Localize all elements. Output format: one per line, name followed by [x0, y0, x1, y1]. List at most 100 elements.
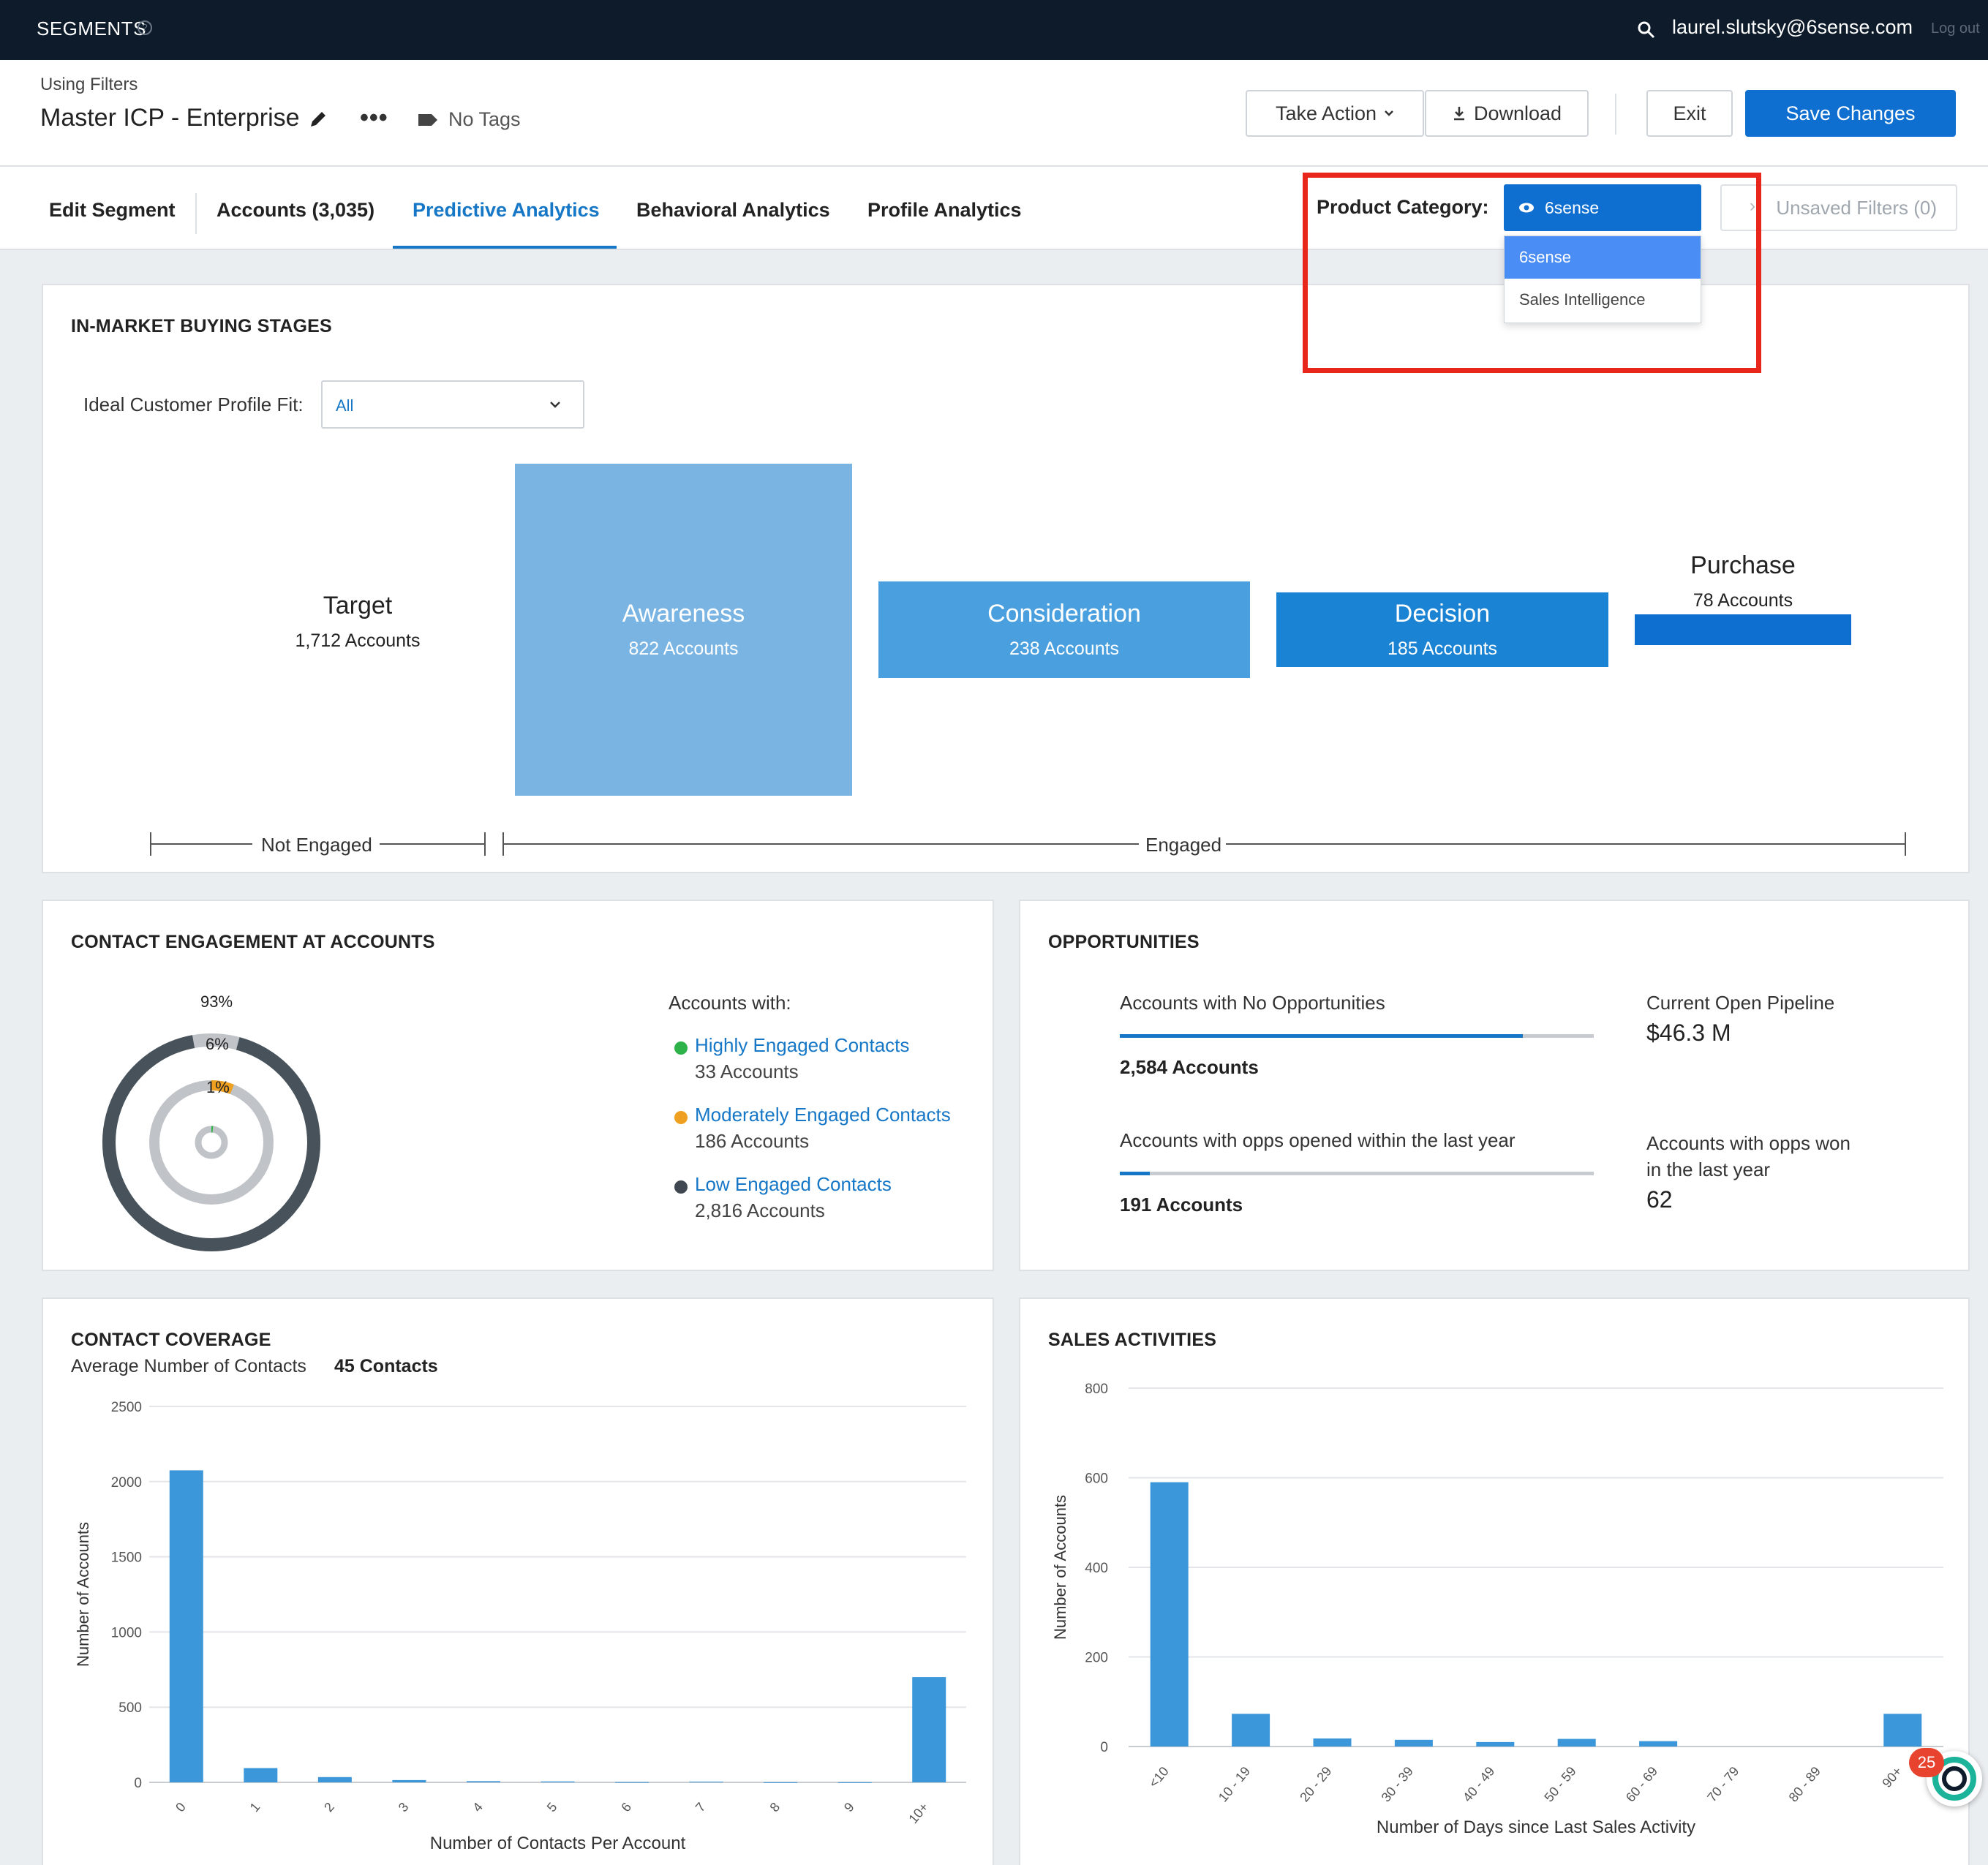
engagement-rings-chart — [102, 1033, 320, 1251]
segment-header: Using Filters Master ICP - Enterprise ••… — [0, 60, 1988, 167]
download-label: Download — [1473, 102, 1562, 124]
tab-edit-segment[interactable]: Edit Segment — [49, 199, 176, 222]
active-tab-indicator — [393, 246, 617, 249]
unsaved-filters-button[interactable]: › Unsaved Filters (0) — [1720, 184, 1957, 231]
chart-bar — [1150, 1482, 1189, 1747]
chart-bar — [392, 1779, 426, 1782]
x-tick-label: 10 - 19 — [1216, 1764, 1253, 1805]
not-engaged-label: Not Engaged — [261, 834, 372, 856]
opened-progress-fill — [1120, 1172, 1150, 1175]
tab-profile-analytics[interactable]: Profile Analytics — [867, 199, 1022, 222]
stage-name: Awareness — [622, 600, 745, 628]
chart-bar — [466, 1781, 500, 1782]
x-tick-label: 30 - 39 — [1379, 1764, 1416, 1805]
bracket-tick — [484, 832, 486, 856]
bracket-line — [1226, 843, 1906, 845]
moderately-engaged-count: 186 Accounts — [695, 1130, 810, 1152]
stage-name: Consideration — [987, 600, 1141, 628]
x-tick-label: 4 — [470, 1800, 486, 1815]
dropdown-option-6sense[interactable]: 6sense — [1505, 236, 1701, 279]
stage-consideration[interactable]: Consideration 238 Accounts — [878, 581, 1250, 678]
chart-bar — [1557, 1738, 1596, 1747]
x-tick-label: 5 — [544, 1800, 560, 1815]
card-title: CONTACT ENGAGEMENT AT ACCOUNTS — [71, 932, 435, 952]
tab-behavioral-analytics[interactable]: Behavioral Analytics — [636, 199, 830, 222]
legend-dot-dark — [674, 1180, 688, 1194]
exit-label: Exit — [1673, 102, 1706, 124]
chart-bar — [912, 1677, 946, 1782]
exit-button[interactable]: Exit — [1646, 90, 1733, 137]
tags-label[interactable]: No Tags — [448, 108, 521, 131]
x-tick-label: 40 - 49 — [1460, 1764, 1497, 1805]
user-email[interactable]: laurel.slutsky@6sense.com — [1672, 16, 1913, 39]
card-title: OPPORTUNITIES — [1048, 932, 1200, 952]
segment-name: Master ICP - Enterprise — [40, 104, 300, 132]
x-tick-label: 7 — [693, 1800, 709, 1815]
moderately-engaged-link[interactable]: Moderately Engaged Contacts — [695, 1104, 951, 1126]
stage-awareness[interactable]: Awareness 822 Accounts — [515, 464, 852, 796]
icp-fit-label: Ideal Customer Profile Fit: — [83, 393, 304, 415]
bracket-line — [150, 843, 252, 845]
ring-label-outer: 93% — [200, 992, 233, 1011]
x-tick-label: 90+ — [1879, 1764, 1905, 1790]
x-tick-label: 0 — [173, 1800, 189, 1815]
y-tick-label: 1500 — [111, 1551, 142, 1566]
tab-accounts[interactable]: Accounts (3,035) — [217, 199, 374, 222]
opened-label: Accounts with opps opened within the las… — [1120, 1129, 1516, 1151]
low-engaged-link[interactable]: Low Engaged Contacts — [695, 1173, 892, 1196]
x-tick-label: 20 - 29 — [1297, 1764, 1334, 1805]
opportunities-card: OPPORTUNITIES Accounts with No Opportuni… — [1019, 900, 1970, 1271]
y-tick-label: 400 — [1085, 1561, 1108, 1576]
stage-purchase-label: Purchase 78 Accounts — [1635, 549, 1851, 614]
icp-fit-value: All — [336, 396, 354, 415]
y-tick-label: 2000 — [111, 1475, 142, 1491]
chart-bar — [317, 1777, 352, 1782]
x-tick-label: 2 — [321, 1800, 337, 1815]
y-axis-label: Number of Accounts — [1051, 1495, 1069, 1640]
download-button[interactable]: Download — [1425, 90, 1589, 137]
x-tick-label: 10+ — [905, 1800, 931, 1826]
y-tick-label: 0 — [1100, 1740, 1108, 1755]
won-label-line1: Accounts with opps won — [1646, 1132, 1850, 1154]
no-opps-progress-fill — [1120, 1034, 1523, 1038]
stage-decision[interactable]: Decision 185 Accounts — [1276, 592, 1608, 667]
notification-badge: 25 — [1909, 1748, 1944, 1777]
x-tick-label: 1 — [247, 1800, 263, 1815]
chevron-down-icon — [550, 402, 560, 408]
won-label-line2: in the last year — [1646, 1158, 1771, 1180]
chart-bar — [169, 1470, 203, 1782]
buying-stages-card: IN-MARKET BUYING STAGES Ideal Customer P… — [42, 284, 1970, 873]
chart-bar — [764, 1782, 798, 1783]
product-category-select[interactable]: 6sense — [1504, 184, 1701, 231]
x-tick-label: 9 — [841, 1800, 857, 1815]
dropdown-option-sales-intelligence[interactable]: Sales Intelligence — [1505, 279, 1701, 321]
stage-name: Purchase — [1690, 551, 1796, 579]
take-action-button[interactable]: Take Action — [1246, 90, 1424, 137]
eye-icon — [1519, 203, 1534, 213]
x-tick-label: 50 - 59 — [1541, 1764, 1578, 1805]
chevron-right-icon: › — [1750, 196, 1755, 216]
x-tick-label: 60 - 69 — [1623, 1764, 1660, 1805]
search-icon[interactable] — [1635, 19, 1657, 41]
product-category-label: Product Category: — [1317, 196, 1489, 218]
stage-count: 238 Accounts — [1009, 638, 1120, 659]
x-axis-label: Number of Days since Last Sales Activity — [1377, 1817, 1695, 1837]
won-value: 62 — [1646, 1186, 1673, 1213]
logout-link[interactable]: Log out — [1931, 20, 1980, 37]
tab-predictive-analytics[interactable]: Predictive Analytics — [413, 199, 600, 222]
save-changes-button[interactable]: Save Changes — [1745, 90, 1956, 137]
no-opps-progress — [1120, 1034, 1594, 1038]
y-tick-label: 2500 — [111, 1400, 142, 1415]
highly-engaged-link[interactable]: Highly Engaged Contacts — [695, 1034, 909, 1057]
app-title[interactable]: SEGMENTS — [37, 18, 146, 40]
pencil-icon[interactable] — [307, 108, 329, 130]
chart-bar — [1394, 1739, 1433, 1747]
more-options-button[interactable]: ••• — [360, 104, 388, 132]
icp-fit-select[interactable]: All — [321, 380, 584, 429]
chart-bar — [615, 1782, 650, 1783]
chart-bar — [244, 1768, 278, 1782]
y-tick-label: 1000 — [111, 1625, 142, 1640]
stage-target[interactable]: Target 1,712 Accounts — [204, 578, 511, 666]
help-icon[interactable]: ? — [138, 20, 152, 35]
stage-purchase[interactable] — [1635, 614, 1851, 645]
